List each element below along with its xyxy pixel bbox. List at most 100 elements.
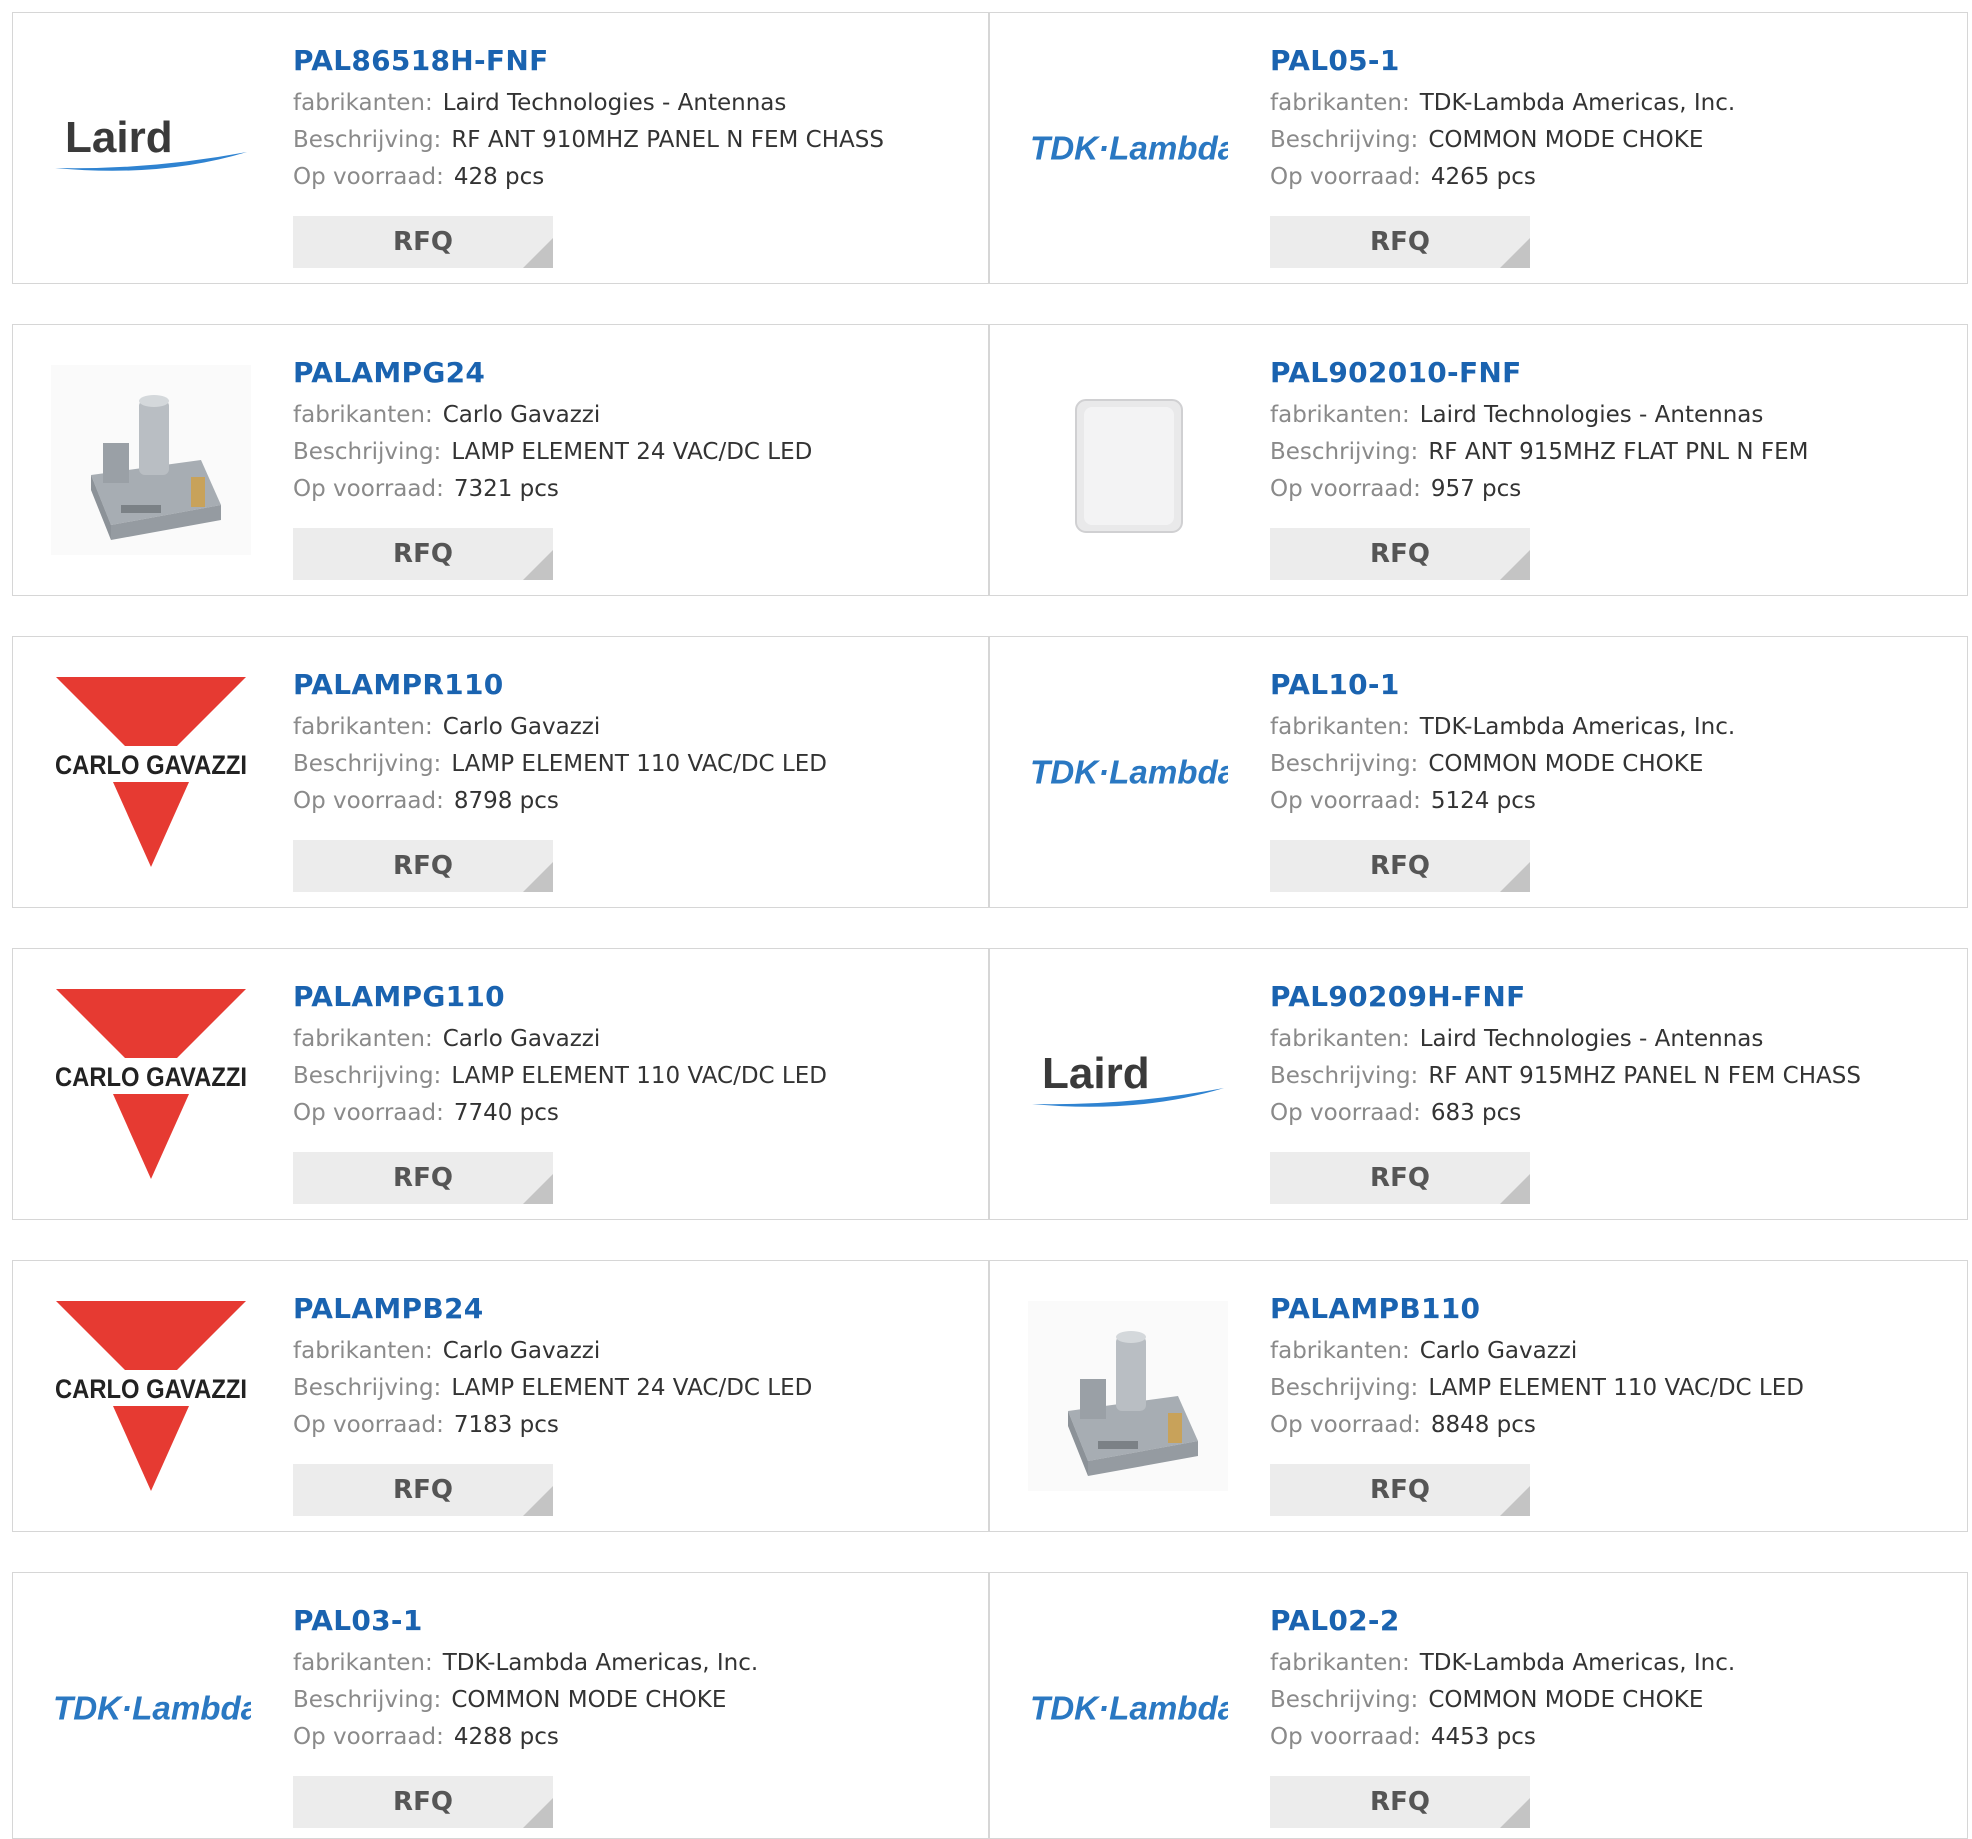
product-card: Laird PAL90209H-FNF fabrikanten: Laird Te… [989, 948, 1968, 1220]
manufacturer-logo[interactable]: CARLO GAVAZZI [51, 1301, 251, 1491]
description-value: LAMP ELEMENT 24 VAC/DC LED [451, 1375, 813, 1401]
rfq-button[interactable]: RFQ [1270, 840, 1530, 892]
stock-value: 7183 pcs [453, 1412, 559, 1438]
manufacturer-line: fabrikanten: TDK-Lambda Americas, Inc. [1270, 85, 1735, 122]
manufacturer-value: Laird Technologies - Antennas [1419, 1026, 1764, 1052]
product-info: PALAMPG24 fabrikanten: Carlo Gavazzi Besc… [293, 355, 812, 508]
product-info: PALAMPG110 fabrikanten: Carlo Gavazzi Bes… [293, 979, 827, 1132]
manufacturer-logo[interactable]: Laird [51, 53, 251, 243]
rfq-button[interactable]: RFQ [1270, 1464, 1530, 1516]
corner-triangle-icon [523, 550, 553, 580]
description-line: Beschrijving: COMMON MODE CHOKE [1270, 122, 1735, 159]
manufacturer-logo[interactable]: TDK·Lambda [1028, 53, 1228, 243]
carlo-gavazzi-logo: CARLO GAVAZZI [51, 989, 251, 1179]
manufacturer-label: fabrikanten: [293, 1026, 433, 1052]
rfq-button[interactable]: RFQ [293, 1464, 553, 1516]
manufacturer-label: fabrikanten: [1270, 1650, 1410, 1676]
stock-value: 4288 pcs [453, 1724, 559, 1750]
part-number-link[interactable]: PAL03-1 [293, 1603, 758, 1639]
rfq-button[interactable]: RFQ [293, 528, 553, 580]
manufacturer-logo[interactable]: CARLO GAVAZZI [51, 677, 251, 867]
stock-line: Op voorraad: 5124 pcs [1270, 783, 1735, 820]
rfq-button[interactable]: RFQ [293, 1152, 553, 1204]
rfq-label: RFQ [1370, 851, 1430, 881]
stock-value: 8798 pcs [453, 788, 559, 814]
part-number-link[interactable]: PALAMPG24 [293, 355, 812, 391]
corner-triangle-icon [523, 1486, 553, 1516]
product-info: PAL90209H-FNF fabrikanten: Laird Technolo… [1270, 979, 1861, 1132]
stock-line: Op voorraad: 428 pcs [293, 159, 884, 196]
manufacturer-line: fabrikanten: Carlo Gavazzi [293, 397, 812, 434]
rfq-button[interactable]: RFQ [1270, 216, 1530, 268]
manufacturer-line: fabrikanten: Laird Technologies - Antenna… [1270, 1021, 1861, 1058]
manufacturer-logo[interactable]: Laird [1028, 989, 1228, 1179]
manufacturer-logo[interactable]: CARLO GAVAZZI [51, 989, 251, 1179]
stock-value: 7321 pcs [453, 476, 559, 502]
manufacturer-label: fabrikanten: [293, 1650, 433, 1676]
description-line: Beschrijving: LAMP ELEMENT 110 VAC/DC LED [1270, 1370, 1804, 1407]
manufacturer-line: fabrikanten: Laird Technologies - Antenna… [1270, 397, 1808, 434]
description-label: Beschrijving: [293, 751, 442, 777]
product-info: PALAMPB24 fabrikanten: Carlo Gavazzi Besc… [293, 1291, 812, 1444]
rfq-button[interactable]: RFQ [1270, 528, 1530, 580]
stock-line: Op voorraad: 8848 pcs [1270, 1407, 1804, 1444]
part-number-link[interactable]: PALAMPR110 [293, 667, 827, 703]
part-number-link[interactable]: PAL05-1 [1270, 43, 1735, 79]
rfq-button[interactable]: RFQ [293, 840, 553, 892]
manufacturer-line: fabrikanten: Laird Technologies - Antenna… [293, 85, 884, 122]
rfq-button[interactable]: RFQ [293, 216, 553, 268]
stock-label: Op voorraad: [1270, 1724, 1421, 1750]
manufacturer-logo[interactable]: TDK·Lambda [1028, 1613, 1228, 1803]
flat-panel-antenna-photo [1075, 399, 1183, 533]
manufacturer-logo[interactable] [1028, 365, 1228, 555]
stock-label: Op voorraad: [1270, 476, 1421, 502]
stock-value: 428 pcs [453, 164, 545, 190]
rfq-button[interactable]: RFQ [1270, 1152, 1530, 1204]
stock-label: Op voorraad: [293, 1412, 444, 1438]
manufacturer-value: Laird Technologies - Antennas [442, 90, 787, 116]
description-line: Beschrijving: COMMON MODE CHOKE [1270, 1682, 1735, 1719]
manufacturer-logo[interactable] [51, 365, 251, 555]
part-number-link[interactable]: PAL10-1 [1270, 667, 1735, 703]
product-info: PAL10-1 fabrikanten: TDK-Lambda Americas,… [1270, 667, 1735, 820]
product-info: PALAMPB110 fabrikanten: Carlo Gavazzi Bes… [1270, 1291, 1804, 1444]
description-line: Beschrijving: COMMON MODE CHOKE [293, 1682, 758, 1719]
description-line: Beschrijving: COMMON MODE CHOKE [1270, 746, 1735, 783]
product-card: TDK·Lambda PAL05-1 fabrikanten: TDK-Lambd… [989, 12, 1968, 284]
laird-logo: Laird [55, 113, 247, 171]
tdk-lambda-logo: TDK·Lambda [1030, 1691, 1228, 1728]
rfq-button[interactable]: RFQ [1270, 1776, 1530, 1828]
manufacturer-label: fabrikanten: [1270, 1338, 1410, 1364]
part-number-link[interactable]: PALAMPB110 [1270, 1291, 1804, 1327]
manufacturer-line: fabrikanten: Carlo Gavazzi [293, 1021, 827, 1058]
lamp-element-photo [51, 365, 251, 555]
manufacturer-value: Carlo Gavazzi [442, 402, 601, 428]
corner-triangle-icon [1500, 1798, 1530, 1828]
corner-triangle-icon [1500, 238, 1530, 268]
manufacturer-logo[interactable] [1028, 1301, 1228, 1491]
part-number-link[interactable]: PAL02-2 [1270, 1603, 1735, 1639]
part-number-link[interactable]: PAL902010-FNF [1270, 355, 1808, 391]
manufacturer-value: TDK-Lambda Americas, Inc. [1419, 90, 1736, 116]
part-number-link[interactable]: PAL90209H-FNF [1270, 979, 1861, 1015]
rfq-label: RFQ [1370, 1163, 1430, 1193]
stock-value: 957 pcs [1430, 476, 1522, 502]
product-card: PAL902010-FNF fabrikanten: Laird Technolo… [989, 324, 1968, 596]
lamp-element-photo [1028, 1301, 1228, 1491]
manufacturer-logo[interactable]: TDK·Lambda [1028, 677, 1228, 867]
part-number-link[interactable]: PALAMPB24 [293, 1291, 812, 1327]
manufacturer-logo[interactable]: TDK·Lambda [51, 1613, 251, 1803]
rfq-button[interactable]: RFQ [293, 1776, 553, 1828]
part-number-link[interactable]: PAL86518H-FNF [293, 43, 884, 79]
product-row: TDK·Lambda PAL03-1 fabrikanten: TDK-Lambd… [12, 1572, 1968, 1839]
corner-triangle-icon [1500, 862, 1530, 892]
product-info: PAL05-1 fabrikanten: TDK-Lambda Americas,… [1270, 43, 1735, 196]
svg-text:TDK·Lambda: TDK·Lambda [1030, 755, 1228, 792]
svg-text:CARLO GAVAZZI: CARLO GAVAZZI [55, 1062, 247, 1092]
description-value: LAMP ELEMENT 110 VAC/DC LED [451, 1063, 827, 1089]
description-label: Beschrijving: [293, 1687, 442, 1713]
stock-value: 7740 pcs [453, 1100, 559, 1126]
stock-line: Op voorraad: 4265 pcs [1270, 159, 1735, 196]
part-number-link[interactable]: PALAMPG110 [293, 979, 827, 1015]
description-label: Beschrijving: [1270, 1687, 1419, 1713]
